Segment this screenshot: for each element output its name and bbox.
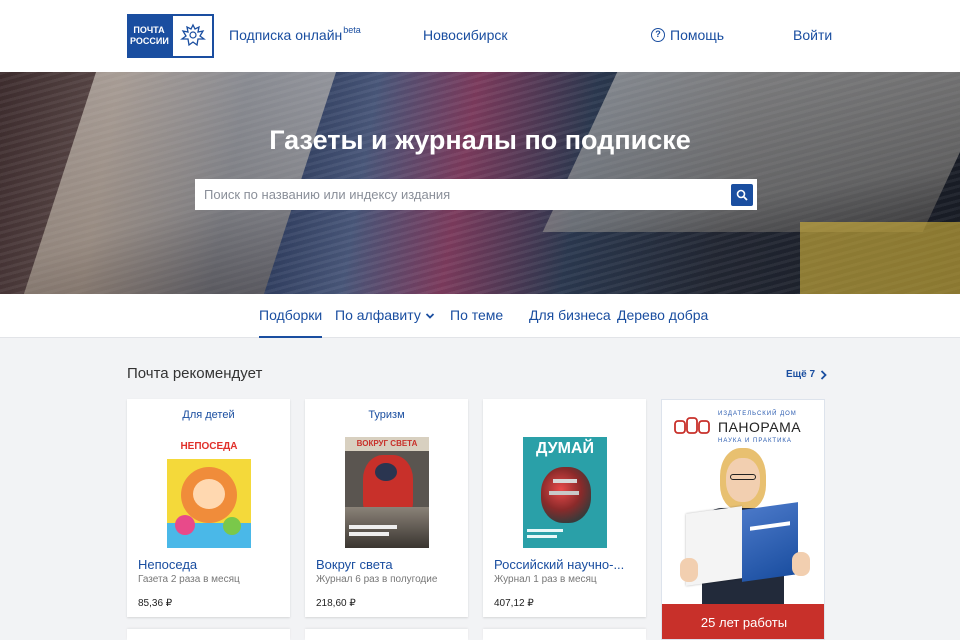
card-category: Туризм (368, 409, 405, 421)
card-frequency: Журнал 6 раз в полугодие (316, 574, 438, 585)
eagle-emblem-icon (171, 14, 214, 58)
city-selector[interactable]: Новосибирск (423, 27, 508, 43)
card-title[interactable]: Вокруг света (316, 557, 393, 572)
hero-banner: Газеты и журналы по подписке (0, 72, 960, 294)
top-header: ПОЧТА РОССИИ Подписка онлайнbeta Новосиб… (0, 0, 960, 72)
publication-card-partial (483, 629, 646, 640)
section-title: Почта рекомендует (127, 365, 263, 382)
ad-subtitle: НАУКА И ПРАКТИКА (718, 438, 792, 444)
category-tabs: Подборки По алфавиту По теме Для бизнеса… (0, 294, 960, 338)
card-title[interactable]: Российский научно-... (494, 557, 624, 572)
card-title[interactable]: Непоседа (138, 557, 197, 572)
ad-brand-name: ПАНОРАМА (718, 419, 802, 435)
login-link[interactable]: Войти (793, 27, 832, 43)
publication-card[interactable]: ДУМАЙ Российский научно-... Журнал 1 раз… (483, 399, 646, 617)
tab-topic[interactable]: По теме (450, 307, 503, 338)
woman-reading-magazine-image (680, 448, 820, 608)
publication-card-partial (305, 629, 468, 640)
help-link[interactable]: ? Помощь (651, 27, 724, 43)
tab-collections[interactable]: Подборки (259, 307, 323, 338)
card-frequency: Газета 2 раза в месяц (138, 574, 240, 585)
magazine-cover: ДУМАЙ (523, 437, 607, 548)
magazine-cover: ВОКРУГ СВЕТА (345, 437, 429, 548)
chevron-down-icon (425, 313, 434, 319)
publication-card[interactable]: Туризм ВОКРУГ СВЕТА Вокруг света Журнал … (305, 399, 468, 617)
beta-badge: beta (343, 25, 361, 35)
subscription-online-link[interactable]: Подписка онлайнbeta (229, 25, 361, 43)
more-link[interactable]: Ещё 7 (786, 369, 827, 380)
magazine-cover: НЕПОСЕДА (167, 437, 251, 548)
ad-publisher: ИЗДАТЕЛЬСКИЙ ДОМ (718, 411, 797, 417)
card-category: Для детей (182, 409, 235, 421)
pochta-logo[interactable]: ПОЧТА РОССИИ (127, 14, 214, 58)
search-button[interactable] (731, 183, 753, 206)
search-input[interactable] (195, 179, 731, 210)
panorama-ad-banner[interactable]: ИЗДАТЕЛЬСКИЙ ДОМ ПАНОРАМА НАУКА И ПРАКТИ… (661, 399, 825, 640)
magazine-cover-decoration (800, 222, 960, 294)
hero-title: Газеты и журналы по подписке (269, 125, 691, 155)
question-icon: ? (651, 28, 665, 42)
search-bar (195, 179, 757, 210)
chevron-right-icon (820, 369, 827, 380)
publication-card[interactable]: Для детей НЕПОСЕДА Непоседа Газета 2 раз… (127, 399, 290, 617)
panorama-logo-icon (674, 417, 710, 434)
card-price: 85,36 ₽ (138, 598, 173, 609)
logo-wordmark: ПОЧТА РОССИИ (127, 14, 171, 58)
tab-tree-of-good[interactable]: Дерево добра (617, 307, 708, 338)
card-frequency: Журнал 1 раз в месяц (494, 574, 597, 585)
publication-card-partial (127, 629, 290, 640)
search-icon (736, 189, 748, 201)
tab-business[interactable]: Для бизнеса (529, 307, 611, 338)
ad-anniversary-banner: 25 лет работы (662, 604, 824, 639)
card-price: 218,60 ₽ (316, 598, 356, 609)
card-price: 407,12 ₽ (494, 598, 534, 609)
tab-alphabet[interactable]: По алфавиту (335, 307, 435, 338)
